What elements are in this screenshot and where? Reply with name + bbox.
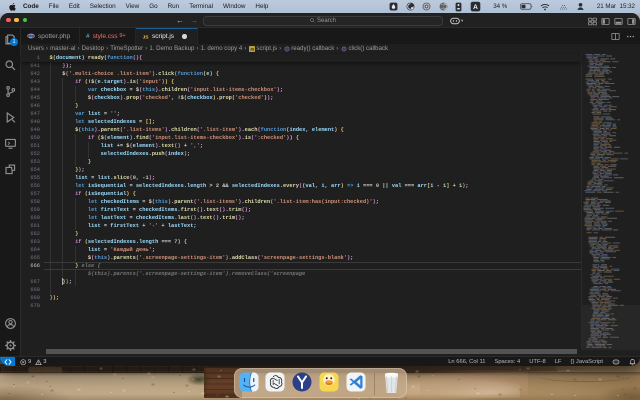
svg-text:php: php <box>28 34 34 38</box>
svg-text:JS: JS <box>250 47 255 51</box>
svg-text:A: A <box>473 4 478 11</box>
svg-text:JS: JS <box>143 34 149 40</box>
